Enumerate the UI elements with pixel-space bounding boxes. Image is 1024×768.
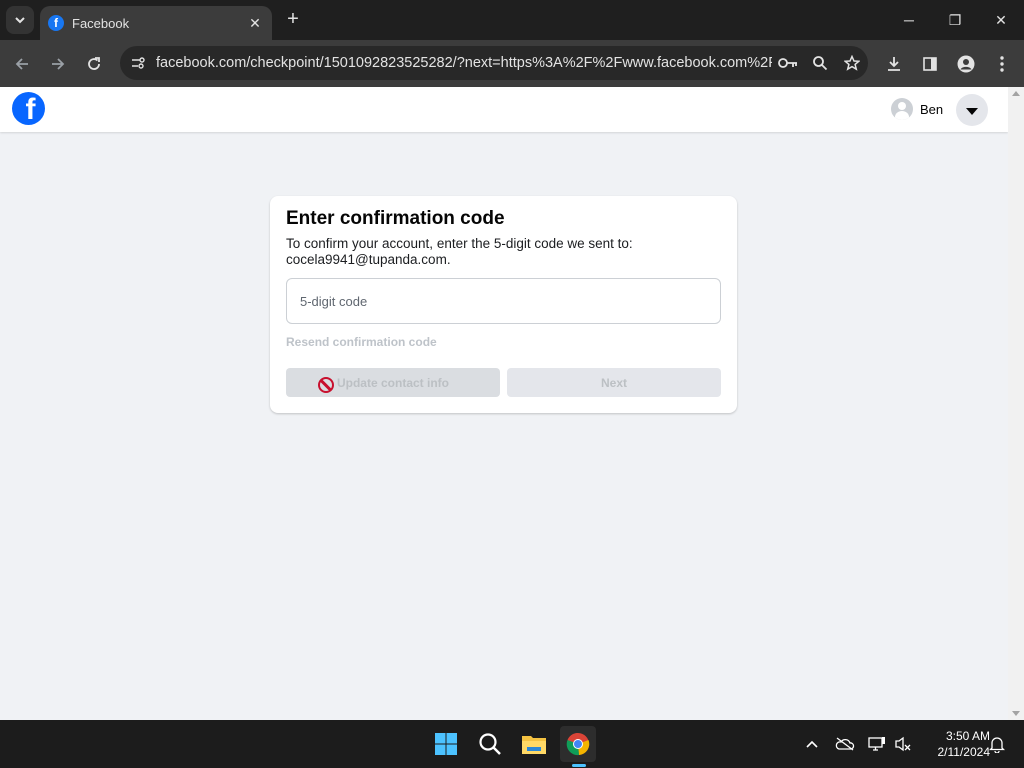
url-text[interactable]: facebook.com/checkpoint/1501092823525282… <box>156 55 772 71</box>
reload-icon <box>88 57 100 70</box>
not-allowed-cursor-icon <box>318 377 334 393</box>
search-icon[interactable] <box>472 726 508 762</box>
scroll-up-icon[interactable] <box>1012 91 1020 96</box>
side-panel-icon[interactable] <box>916 50 944 78</box>
clock-time: 3:50 AM <box>945 729 990 743</box>
new-tab-button[interactable]: + <box>282 9 304 31</box>
tab-search-button[interactable] <box>6 6 34 34</box>
show-hidden-icons-chevron-icon[interactable] <box>800 732 824 756</box>
scroll-down-icon[interactable] <box>1012 711 1020 716</box>
arrow-right-icon <box>52 58 65 70</box>
confirmation-card: Enter confirmation code To confirm your … <box>270 196 737 413</box>
avatar <box>891 98 913 120</box>
download-icon[interactable] <box>880 50 908 78</box>
chrome-icon[interactable] <box>560 726 596 762</box>
tab-close-button[interactable]: ✕ <box>246 15 264 32</box>
key-icon[interactable] <box>772 46 804 80</box>
profile-icon[interactable] <box>952 50 980 78</box>
tab-title: Facebook <box>72 15 130 31</box>
card-actions: Update contact info Next <box>286 368 721 397</box>
notification-bell-icon[interactable] <box>985 732 1009 756</box>
facebook-header: f Ben <box>0 87 1008 132</box>
zoom-icon[interactable] <box>804 46 836 80</box>
confirmation-code-input[interactable] <box>286 278 721 324</box>
back-button[interactable] <box>8 50 36 78</box>
active-app-indicator <box>572 764 586 767</box>
browser-toolbar: facebook.com/checkpoint/1501092823525282… <box>0 40 1024 87</box>
card-instructions: To confirm your account, enter the 5-dig… <box>286 236 633 267</box>
facebook-favicon-icon: f <box>48 15 64 31</box>
system-clock[interactable]: 3:50 AM 2/11/2024 <box>916 728 991 760</box>
chevron-down-icon <box>15 17 25 24</box>
next-button[interactable]: Next <box>507 368 721 397</box>
site-info-icon[interactable] <box>120 46 156 80</box>
account-menu-button[interactable] <box>956 94 988 126</box>
clock-date: 2/11/2024 <box>937 745 991 759</box>
onedrive-offline-icon[interactable] <box>833 732 857 756</box>
forward-button[interactable] <box>44 50 72 78</box>
windows-start-icon[interactable] <box>428 726 464 762</box>
address-bar[interactable]: facebook.com/checkpoint/1501092823525282… <box>120 46 868 80</box>
reload-button[interactable] <box>80 50 108 78</box>
restore-button[interactable]: ❐ <box>932 0 978 40</box>
menu-kebab-icon[interactable] <box>988 50 1016 78</box>
arrow-left-icon <box>15 58 28 70</box>
windows-taskbar: 3:50 AM 2/11/2024 <box>0 720 1024 768</box>
user-name: Ben <box>920 101 944 117</box>
resend-code-link[interactable]: Resend confirmation code <box>286 335 721 349</box>
caret-down-icon <box>966 107 978 115</box>
close-window-button[interactable]: ✕ <box>978 0 1024 40</box>
network-icon[interactable] <box>865 732 889 756</box>
user-profile-link[interactable]: Ben <box>891 97 943 121</box>
browser-tab[interactable]: f Facebook ✕ <box>40 6 272 40</box>
file-explorer-icon[interactable] <box>516 726 552 762</box>
facebook-logo[interactable]: f <box>12 92 45 125</box>
bookmark-star-icon[interactable] <box>836 46 868 80</box>
browser-titlebar: f Facebook ✕ + ─ ❐ ✕ <box>0 0 1024 40</box>
volume-muted-icon[interactable] <box>891 732 915 756</box>
card-title: Enter confirmation code <box>286 208 505 229</box>
minimize-button[interactable]: ─ <box>886 0 932 40</box>
scrollbar[interactable] <box>1008 87 1024 720</box>
